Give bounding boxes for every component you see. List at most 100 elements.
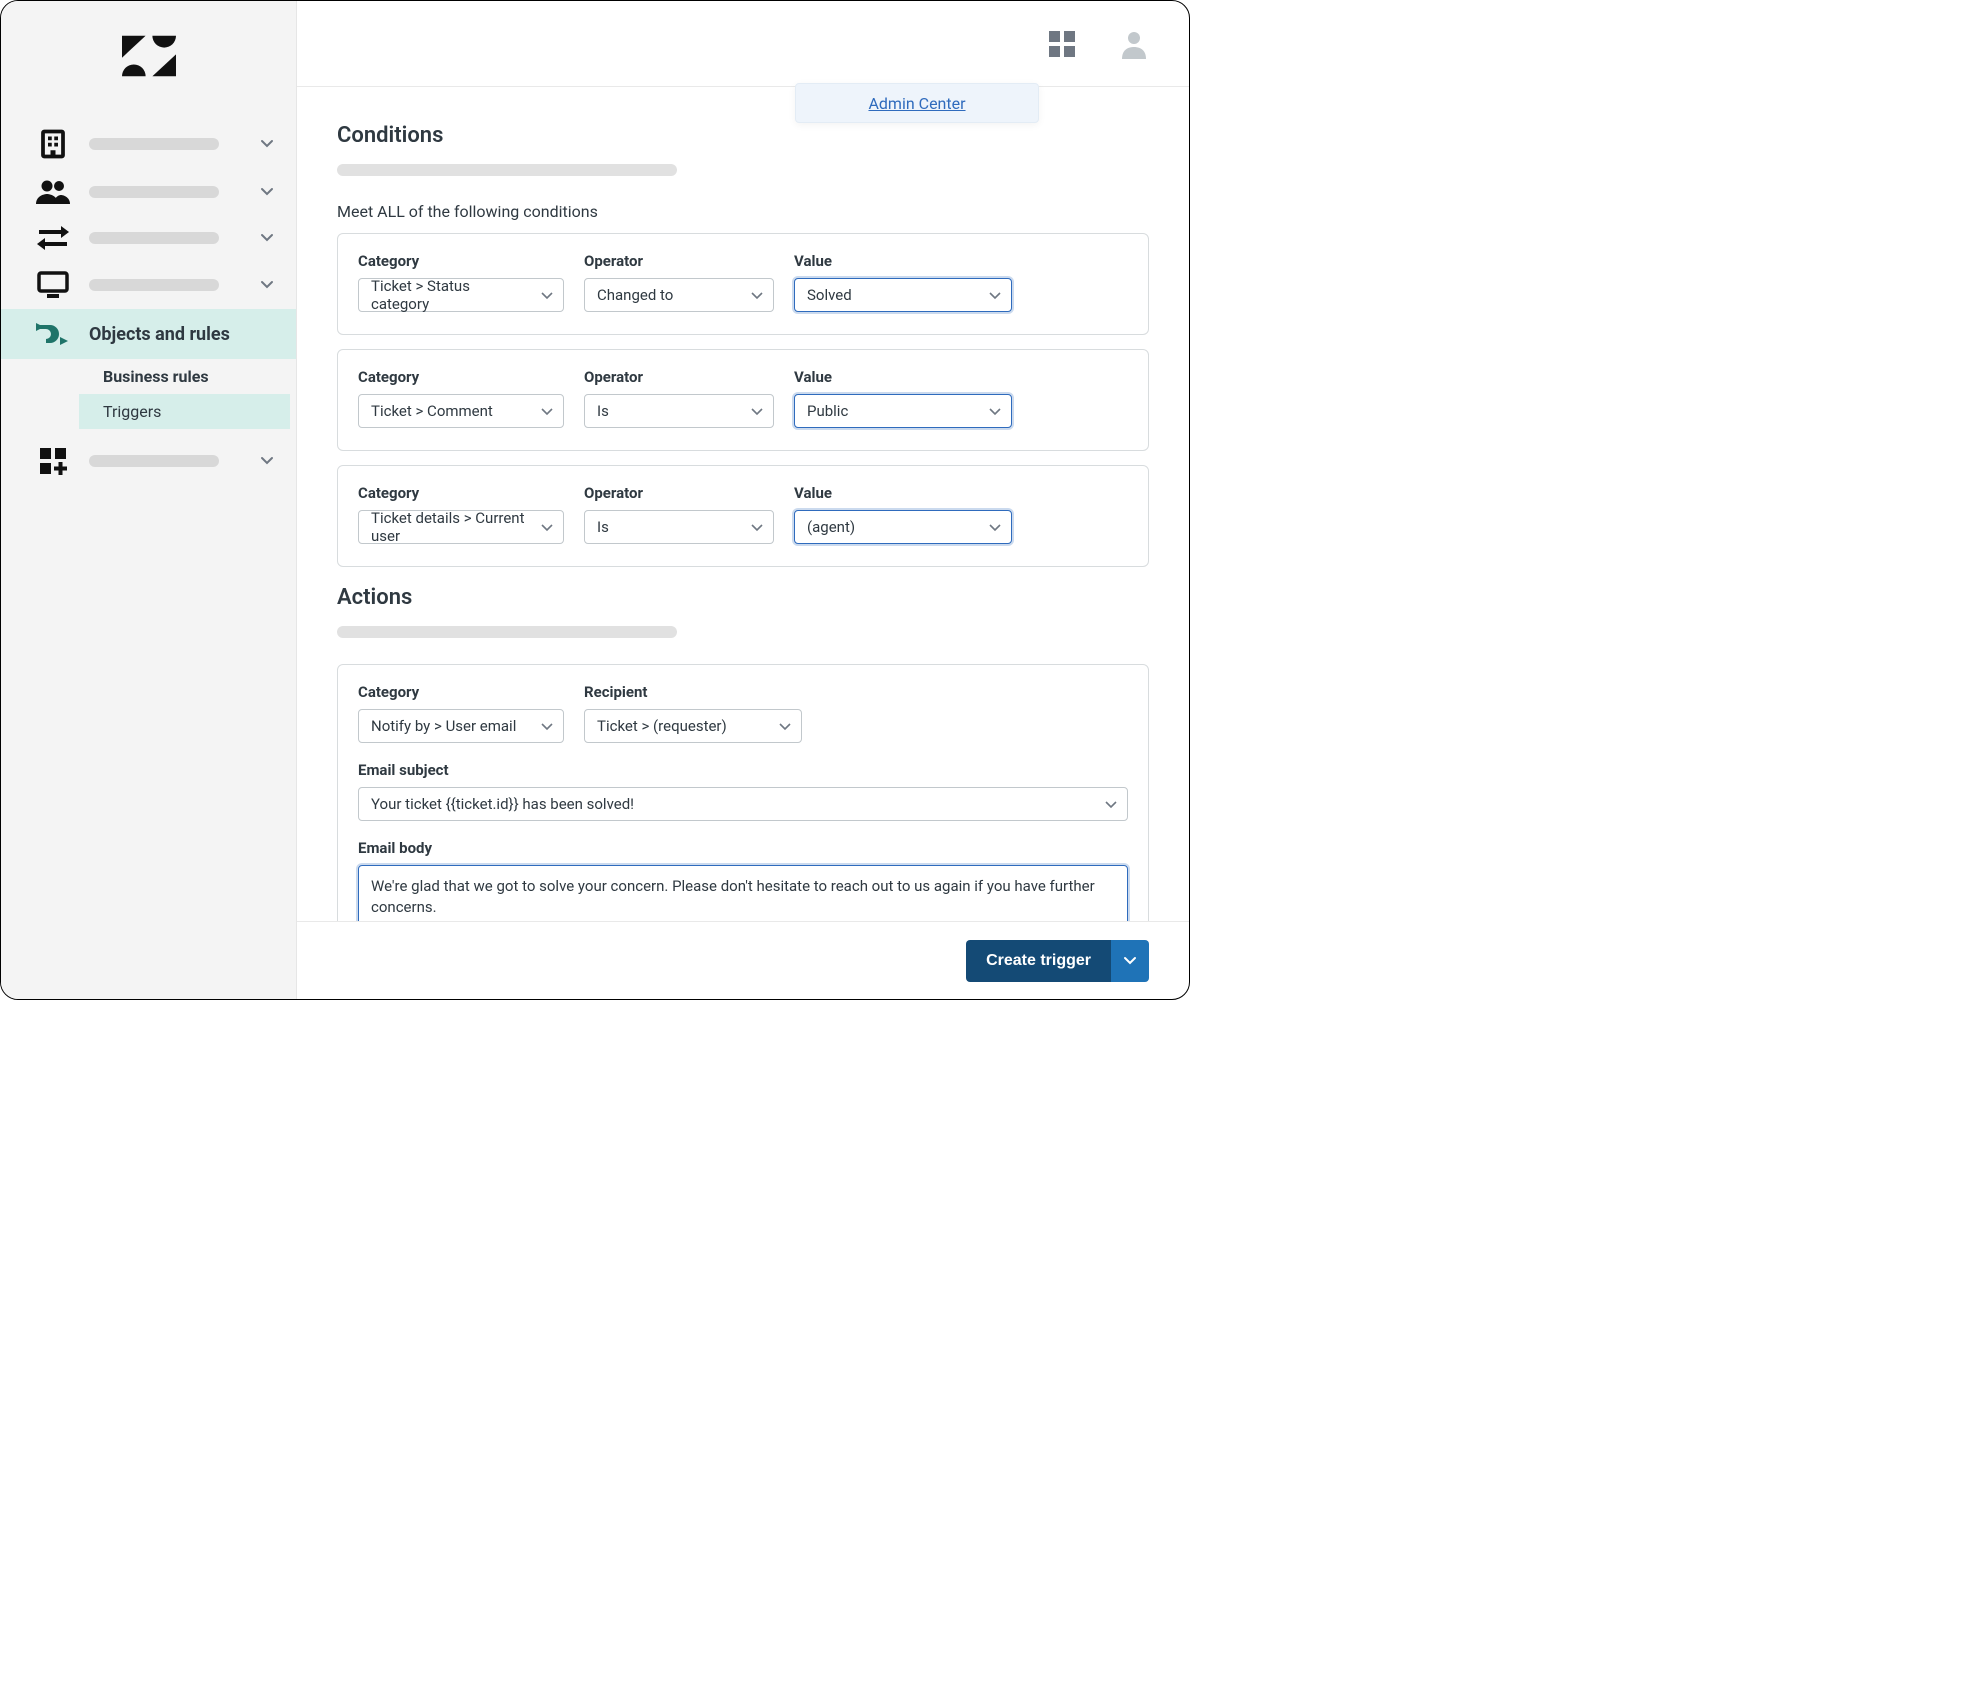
email-subject-input[interactable]: Your ticket {{ticket.id}} has been solve… — [358, 787, 1128, 821]
value-label: Value — [794, 484, 1012, 502]
topbar — [297, 1, 1189, 87]
meet-all-label: Meet ALL of the following conditions — [337, 202, 1149, 221]
value-select[interactable]: Solved — [794, 278, 1012, 312]
value-label: Value — [794, 252, 1012, 270]
operator-label: Operator — [584, 484, 774, 502]
profile-icon[interactable] — [1119, 29, 1149, 59]
products-icon[interactable] — [1047, 29, 1077, 59]
chevron-down-icon — [989, 286, 1001, 304]
nav-item-objects-rules[interactable]: Objects and rules — [1, 309, 296, 359]
category-label: Category — [358, 252, 564, 270]
chevron-down-icon — [541, 286, 553, 304]
building-icon — [33, 129, 73, 159]
email-body-label: Email body — [358, 839, 1128, 857]
action-category-select[interactable]: Notify by > User email — [358, 709, 564, 743]
chevron-down-icon — [260, 280, 274, 290]
admin-center-popover: Admin Center — [795, 83, 1039, 123]
actions-title: Actions — [337, 585, 1149, 610]
admin-center-link[interactable]: Admin Center — [868, 94, 965, 113]
nav-item-label-placeholder — [89, 186, 219, 198]
action-card: Category Notify by > User email Recipien… — [337, 664, 1149, 921]
nav-item-label-placeholder — [89, 279, 219, 291]
condition-card: Category Ticket details > Current user O… — [337, 465, 1149, 567]
nav-item-label: Objects and rules — [89, 324, 230, 345]
select-value: Solved — [807, 286, 852, 304]
operator-label: Operator — [584, 368, 774, 386]
sidebar: Objects and rules Business rules Trigger… — [1, 1, 297, 999]
chevron-down-icon — [541, 518, 553, 536]
operator-select[interactable]: Changed to — [584, 278, 774, 312]
nav-list: Objects and rules Business rules Trigger… — [1, 119, 296, 485]
select-value: (agent) — [807, 518, 855, 536]
select-value: Ticket > Status category — [371, 277, 531, 313]
chevron-down-icon — [751, 286, 763, 304]
chevron-down-icon — [779, 717, 791, 735]
category-select[interactable]: Ticket > Status category — [358, 278, 564, 312]
category-label: Category — [358, 484, 564, 502]
nav-item-account[interactable] — [1, 119, 296, 169]
category-select[interactable]: Ticket > Comment — [358, 394, 564, 428]
category-label: Category — [358, 368, 564, 386]
nav-item-label-placeholder — [89, 232, 219, 244]
select-value: Changed to — [597, 286, 673, 304]
recipient-select[interactable]: Ticket > (requester) — [584, 709, 802, 743]
people-icon — [33, 179, 73, 205]
chevron-down-icon — [541, 402, 553, 420]
email-subject-label: Email subject — [358, 761, 1128, 779]
brand-logo — [1, 29, 296, 119]
chevron-down-icon — [541, 717, 553, 735]
value-label: Value — [794, 368, 1012, 386]
nav-item-label-placeholder — [89, 138, 219, 150]
chevron-down-icon — [260, 233, 274, 243]
nav-item-workspaces[interactable] — [1, 261, 296, 309]
chevron-down-icon — [989, 402, 1001, 420]
chevron-down-icon — [751, 518, 763, 536]
email-body-textarea[interactable]: We're glad that we got to solve your con… — [358, 865, 1128, 921]
nav-item-channels[interactable] — [1, 215, 296, 261]
create-trigger-button[interactable]: Create trigger — [966, 940, 1111, 982]
monitor-icon — [33, 271, 73, 299]
nav-item-people[interactable] — [1, 169, 296, 215]
subnav-item-triggers[interactable]: Triggers — [79, 394, 290, 429]
value-select[interactable]: Public — [794, 394, 1012, 428]
chevron-down-icon — [260, 139, 274, 149]
select-value: Is — [597, 402, 609, 420]
zendesk-logo-icon — [122, 29, 176, 83]
subnav-business-rules: Business rules Triggers — [1, 359, 296, 429]
value-select[interactable]: (agent) — [794, 510, 1012, 544]
app-frame: Objects and rules Business rules Trigger… — [0, 0, 1190, 1000]
nav-item-label-placeholder — [89, 455, 219, 467]
select-value: Ticket > (requester) — [597, 717, 727, 735]
nav-item-apps[interactable] — [1, 437, 296, 485]
select-value: Public — [807, 402, 848, 420]
chevron-down-icon — [989, 518, 1001, 536]
category-select[interactable]: Ticket details > Current user — [358, 510, 564, 544]
select-value: Notify by > User email — [371, 717, 516, 735]
chevron-down-icon — [751, 402, 763, 420]
select-value: Ticket details > Current user — [371, 509, 531, 545]
main: Admin Center Conditions Meet ALL of the … — [297, 1, 1189, 999]
operator-select[interactable]: Is — [584, 394, 774, 428]
apps-icon — [33, 447, 73, 475]
input-value: Your ticket {{ticket.id}} has been solve… — [371, 795, 634, 813]
select-value: Is — [597, 518, 609, 536]
chevron-down-icon — [260, 187, 274, 197]
operator-select[interactable]: Is — [584, 510, 774, 544]
subnav-section-head[interactable]: Business rules — [91, 359, 296, 394]
chevron-down-icon — [1105, 795, 1117, 813]
operator-label: Operator — [584, 252, 774, 270]
description-placeholder — [337, 164, 677, 176]
condition-card: Category Ticket > Comment Operator Is — [337, 349, 1149, 451]
chevron-down-icon — [260, 456, 274, 466]
recipient-label: Recipient — [584, 683, 802, 701]
condition-card: Category Ticket > Status category Operat… — [337, 233, 1149, 335]
conditions-title: Conditions — [337, 123, 1149, 148]
select-value: Ticket > Comment — [371, 402, 493, 420]
description-placeholder — [337, 626, 677, 638]
create-trigger-split-button: Create trigger — [966, 940, 1149, 982]
arrows-icon — [33, 225, 73, 251]
category-label: Category — [358, 683, 564, 701]
footer: Create trigger — [297, 921, 1189, 999]
content: Conditions Meet ALL of the following con… — [297, 87, 1189, 921]
create-trigger-dropdown[interactable] — [1111, 940, 1149, 982]
